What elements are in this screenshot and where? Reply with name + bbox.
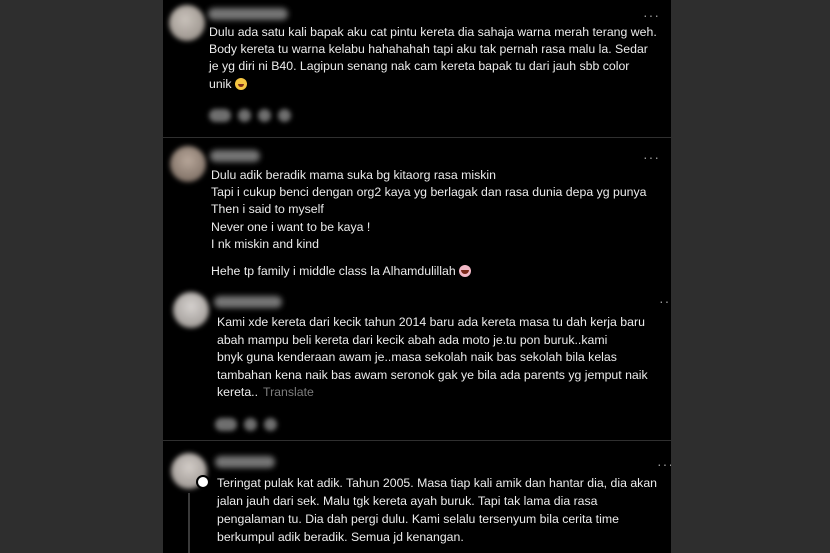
comment-line-text: Hehe tp family i middle class la Alhamdu… xyxy=(211,264,456,279)
more-options-icon[interactable]: ··· xyxy=(643,8,660,22)
rolling-laughing-emoji xyxy=(234,77,247,90)
follow-badge-icon[interactable] xyxy=(196,475,210,489)
comment-line: Then i said to myself xyxy=(211,202,324,217)
username-blurred[interactable] xyxy=(210,150,260,162)
grinning-face-emoji xyxy=(458,265,471,278)
username-blurred[interactable] xyxy=(215,456,275,468)
comment-line: Dulu ada satu kali bapak aku cat pintu k… xyxy=(209,25,657,39)
action-bar xyxy=(215,418,284,432)
comment-text: Kami xde kereta dari kecik tahun 2014 ba… xyxy=(217,314,648,402)
comment-text: Dulu ada satu kali bapak aku cat pintu k… xyxy=(209,24,657,93)
avatar[interactable] xyxy=(170,146,206,182)
more-options-icon[interactable]: ··· xyxy=(659,294,671,308)
translate-link[interactable]: Translate xyxy=(263,385,314,399)
avatar[interactable] xyxy=(169,5,205,41)
comment-line: Kami xde kereta dari kecik tahun 2014 ba… xyxy=(217,315,645,329)
comment-text: Dulu adik beradik mama suka bg kitaorg r… xyxy=(211,167,646,280)
share-icon[interactable] xyxy=(278,109,291,122)
comment-line: Never one i want to be kaya ! xyxy=(211,219,371,234)
comment-line: tambahan kena naik bas awam seronok gak … xyxy=(217,367,648,382)
comment-post: ··· Dulu adik beradik mama suka bg kitao… xyxy=(163,138,671,290)
comment-text: Teringat pulak kat adik. Tahun 2005. Mas… xyxy=(217,474,657,546)
comment-line: Tapi i cukup benci dengan org2 kaya yg b… xyxy=(211,185,647,200)
repost-icon[interactable] xyxy=(264,418,277,431)
comment-line: Teringat pulak kat adik. Tahun 2005. Mas… xyxy=(217,476,658,490)
comment-line: Dulu adik beradik mama suka bg kitaorg r… xyxy=(211,168,497,182)
username-blurred[interactable] xyxy=(214,296,282,308)
username-blurred[interactable] xyxy=(208,8,288,20)
comment-line: kereta.. Translate xyxy=(217,384,648,402)
reply-icon[interactable] xyxy=(238,109,251,122)
comment-line: bnyk guna kenderaan awam je..masa sekola… xyxy=(217,350,617,365)
comment-line: je yg diri ni B40. Lagipun senang nak ca… xyxy=(209,59,630,74)
repost-icon[interactable] xyxy=(258,109,271,122)
comment-feed: ··· Dulu ada satu kali bapak aku cat pin… xyxy=(163,0,671,553)
action-bar xyxy=(209,109,298,123)
comment-line: Body kereta tu warna kelabu hahahahah ta… xyxy=(209,42,648,57)
comment-post: ··· Dulu ada satu kali bapak aku cat pin… xyxy=(163,0,671,137)
more-options-icon[interactable]: ··· xyxy=(657,457,671,471)
comment-line-text: kereta.. xyxy=(217,385,259,400)
comment-line: I nk miskin and kind xyxy=(211,236,319,251)
comment-line-text: unik xyxy=(209,76,232,91)
thread-line xyxy=(188,493,190,553)
comment-line: berkumpul adik beradik. Semua jd kenanga… xyxy=(217,530,464,544)
avatar[interactable] xyxy=(173,292,209,328)
like-icon[interactable] xyxy=(209,109,231,122)
comment-post-nested: ··· Kami xde kereta dari kecik tahun 201… xyxy=(163,290,671,432)
comment-line: pengalaman tu. Dia dah pergi dulu. Kami … xyxy=(217,512,619,526)
comment-post: ··· Teringat pulak kat adik. Tahun 2005.… xyxy=(163,441,671,553)
reply-icon[interactable] xyxy=(244,418,257,431)
more-options-icon[interactable]: ··· xyxy=(643,150,660,164)
comment-line: unik xyxy=(209,76,657,93)
comment-line: jalan jauh dari sek. Malu tgk kereta aya… xyxy=(217,494,598,508)
like-icon[interactable] xyxy=(215,418,237,431)
comment-line: Hehe tp family i middle class la Alhamdu… xyxy=(211,263,646,280)
comment-line: abah mampu beli kereta dari kecik abah a… xyxy=(217,332,608,347)
